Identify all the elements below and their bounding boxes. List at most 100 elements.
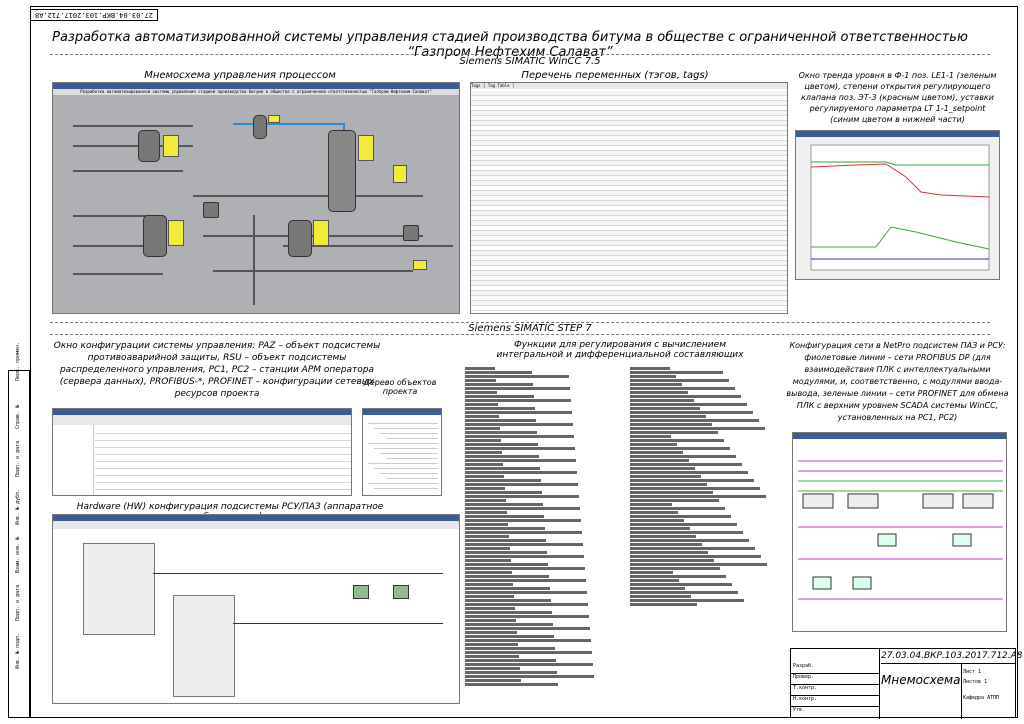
side-label: Перв. примен. xyxy=(15,341,21,381)
list-item xyxy=(465,491,542,494)
caption-config: Окно конфигурации системы управления: PA… xyxy=(53,341,381,399)
list-item xyxy=(630,475,701,478)
project-tree-pane[interactable] xyxy=(53,425,94,495)
list-item xyxy=(95,441,351,448)
tags-window[interactable]: Tags [ Tag Table ] xyxy=(470,82,788,314)
list-item xyxy=(630,431,718,434)
toolbar xyxy=(53,521,459,529)
section-step7: Siemens SIMATIC STEP 7 xyxy=(468,323,592,334)
list-item xyxy=(465,367,495,370)
mnemo-window[interactable]: Разработка автоматизированной системы уп… xyxy=(52,82,460,314)
list-item xyxy=(465,387,570,390)
list-item xyxy=(465,659,556,662)
list-item xyxy=(630,543,702,546)
object-list[interactable] xyxy=(95,427,351,490)
netpro-window[interactable] xyxy=(792,432,1007,632)
simatic-manager-window[interactable] xyxy=(52,408,352,496)
side-strip: Перв. примен. Справ. № Подп. и дата Инв. № … xyxy=(8,342,30,718)
list-item xyxy=(465,399,571,402)
side-label: Справ. № xyxy=(15,404,21,429)
list-item xyxy=(630,595,691,598)
list-item xyxy=(465,555,584,558)
reactor-tank xyxy=(288,220,312,257)
list-item xyxy=(630,567,720,570)
trend-chart xyxy=(810,144,990,271)
list-item xyxy=(630,487,760,490)
rack-2[interactable] xyxy=(173,595,235,697)
list-item xyxy=(630,423,712,426)
rack-1[interactable] xyxy=(83,543,155,635)
list-item xyxy=(465,587,550,590)
list-item xyxy=(630,555,761,558)
tree-window[interactable] xyxy=(362,408,442,496)
list-item xyxy=(630,547,755,550)
list-item xyxy=(465,523,508,526)
list-item xyxy=(465,383,533,386)
hw-config-window[interactable] xyxy=(52,514,460,704)
list-item xyxy=(465,475,504,478)
list-item xyxy=(465,663,593,666)
list-item xyxy=(465,635,554,638)
list-item xyxy=(630,519,684,522)
list-item xyxy=(630,379,729,382)
list-item xyxy=(630,387,735,390)
list-item xyxy=(465,427,500,430)
stamp-name: Мнемосхема xyxy=(881,673,961,687)
title-block: 27.03.04.ВКР.103.2017.712.А8 Мнемосхема … xyxy=(790,648,1023,719)
list-item xyxy=(465,595,514,598)
list-item xyxy=(465,651,592,654)
list-item xyxy=(465,439,501,442)
list-item xyxy=(630,371,723,374)
list-item xyxy=(465,403,498,406)
separator-tank xyxy=(253,115,267,139)
list-item xyxy=(630,531,743,534)
list-item xyxy=(630,587,685,590)
stamp-sheet: Лист 1 xyxy=(963,669,982,675)
list-item xyxy=(630,599,744,602)
list-item xyxy=(465,643,518,646)
list-item xyxy=(465,563,548,566)
list-item xyxy=(465,639,591,642)
tags-header: Tags [ Tag Table ] xyxy=(471,83,787,89)
list-item xyxy=(630,535,696,538)
list-item xyxy=(465,423,573,426)
window-titlebar xyxy=(363,409,441,415)
caption-network: Конфигурация сети в NetPro подсистем ПАЗ… xyxy=(786,341,1009,422)
list-item xyxy=(465,591,587,594)
list-item xyxy=(630,367,670,370)
list-item xyxy=(630,399,694,402)
stamp-row: Утв. xyxy=(791,707,879,718)
list-item xyxy=(630,503,672,506)
list-item xyxy=(630,407,700,410)
list-item xyxy=(465,675,594,678)
stamp-code: 27.03.04.ВКР.103.2017.712.А8 xyxy=(881,651,1023,664)
list-item xyxy=(630,571,673,574)
caption-functions: Функции для регулирования с вычислением … xyxy=(496,340,744,360)
trend-window[interactable] xyxy=(795,130,1000,280)
list-item xyxy=(95,469,351,476)
stamp-row: Н.контр. xyxy=(791,696,879,707)
list-item xyxy=(465,471,577,474)
station-icon[interactable] xyxy=(393,585,409,599)
column-tank xyxy=(328,130,356,212)
list-item xyxy=(465,487,505,490)
list-item xyxy=(630,427,765,430)
list-item xyxy=(630,391,688,394)
side-label: Инв. № подл. xyxy=(15,632,21,669)
list-item xyxy=(630,491,713,494)
list-item xyxy=(630,603,697,606)
caption-tags: Перечень переменных (тэгов, tags) xyxy=(521,70,709,81)
list-item xyxy=(465,571,512,574)
stamp-row: Разраб. xyxy=(791,663,879,674)
list-item xyxy=(465,543,583,546)
list-item xyxy=(465,539,546,542)
list-item xyxy=(630,419,759,422)
list-item xyxy=(95,448,351,455)
list-item xyxy=(630,507,725,510)
list-item xyxy=(630,511,678,514)
list-item xyxy=(630,471,748,474)
list-item xyxy=(465,567,585,570)
list-item xyxy=(465,443,538,446)
object-tree[interactable] xyxy=(368,419,438,489)
station-icon[interactable] xyxy=(353,585,369,599)
